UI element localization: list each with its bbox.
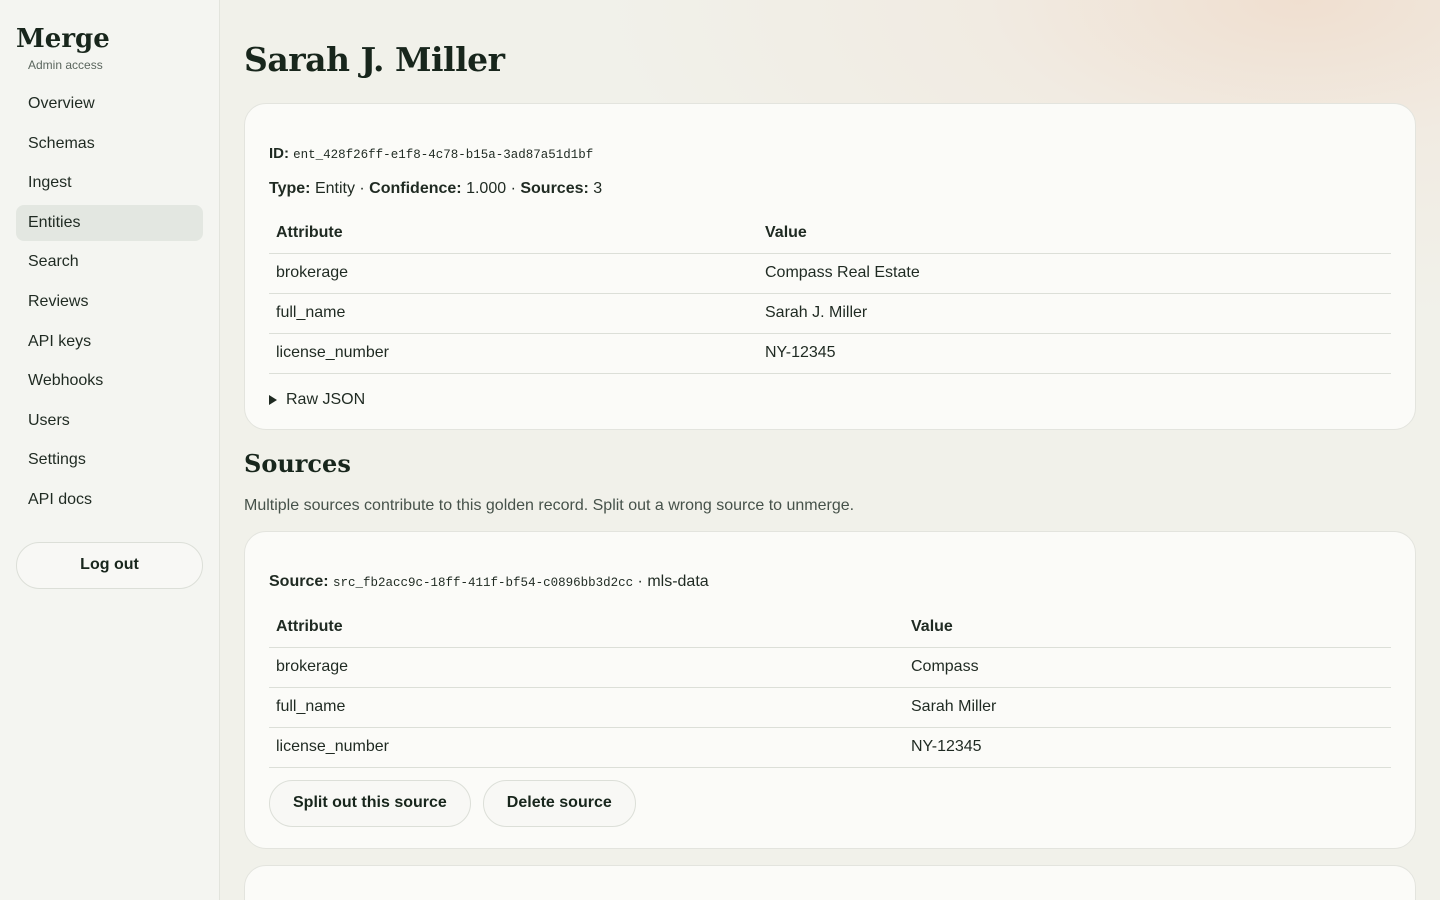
attribute-value: NY-12345 <box>758 333 1391 374</box>
attribute-name: license_number <box>269 333 758 374</box>
table-row: full_name Sarah Miller <box>269 687 1391 728</box>
entity-attributes-table: Attribute Value brokerage Compass Real E… <box>269 213 1391 374</box>
attribute-name: full_name <box>269 687 904 728</box>
attribute-value: Compass Real Estate <box>758 253 1391 294</box>
page-title: Sarah J. Miller <box>244 40 505 79</box>
type-value: Entity <box>314 180 355 197</box>
table-header-row: Attribute Value <box>269 607 1391 648</box>
raw-json-toggle[interactable]: Raw JSON <box>269 391 1391 409</box>
source-card: Source: src_fb2acc9c-18ff-411f-bf54-c089… <box>244 531 1416 849</box>
column-header-attribute: Attribute <box>269 607 904 648</box>
attribute-name: full_name <box>269 293 758 334</box>
sidebar-item-api-keys[interactable]: API keys <box>16 324 203 360</box>
source-id: src_fb2acc9c-18ff-411f-bf54-c0896bb3d2cc <box>333 576 634 590</box>
attribute-name: license_number <box>269 727 904 768</box>
app-subtitle: Admin access <box>28 58 103 72</box>
attribute-value: Compass <box>904 647 1391 688</box>
sidebar-item-ingest[interactable]: Ingest <box>16 165 203 201</box>
column-header-value: Value <box>904 607 1391 648</box>
entity-id: ent_428f26ff-e1f8-4c78-b15a-3ad87a51d1bf <box>293 148 594 162</box>
column-header-value: Value <box>758 213 1391 254</box>
source-actions: Split out this source Delete source <box>269 779 1391 827</box>
disclosure-triangle-icon <box>269 394 277 405</box>
logout-button[interactable]: Log out <box>16 541 203 589</box>
source-line: Source: src_fb2acc9c-18ff-411f-bf54-c089… <box>269 572 1391 593</box>
sidebar-item-search[interactable]: Search <box>16 244 203 280</box>
source-system: mls-data <box>647 573 709 590</box>
attribute-value: NY-12345 <box>904 727 1391 768</box>
source-label: Source: <box>269 573 329 590</box>
sources-label: Sources: <box>520 180 589 197</box>
meta-separator: · <box>506 180 521 197</box>
entity-card: ID: ent_428f26ff-e1f8-4c78-b15a-3ad87a51… <box>244 103 1416 430</box>
attribute-value: Sarah J. Miller <box>758 293 1391 334</box>
split-source-button[interactable]: Split out this source <box>269 779 471 827</box>
sidebar-item-webhooks[interactable]: Webhooks <box>16 363 203 399</box>
sidebar-item-api-docs[interactable]: API docs <box>16 482 203 518</box>
attribute-name: brokerage <box>269 253 758 294</box>
sidebar-item-users[interactable]: Users <box>16 403 203 439</box>
table-row: full_name Sarah J. Miller <box>269 293 1391 334</box>
table-row: brokerage Compass <box>269 647 1391 688</box>
meta-separator: · <box>354 180 370 197</box>
confidence-label: Confidence: <box>369 180 462 197</box>
raw-json-label: Raw JSON <box>286 390 366 408</box>
sidebar-item-reviews[interactable]: Reviews <box>16 284 203 320</box>
table-row: license_number NY-12345 <box>269 333 1391 374</box>
sources-count: 3 <box>593 180 603 197</box>
attribute-value: Sarah Miller <box>904 687 1391 728</box>
main-content: Sarah J. Miller ID: ent_428f26ff-e1f8-4c… <box>220 0 1440 900</box>
confidence-value: 1.000 <box>466 180 507 197</box>
attribute-name: brokerage <box>269 647 904 688</box>
sidebar-nav: Overview Schemas Ingest Entities Search … <box>16 86 203 518</box>
sources-section-title: Sources <box>244 449 351 478</box>
source-card-next <box>244 865 1416 900</box>
table-row: brokerage Compass Real Estate <box>269 253 1391 294</box>
column-header-attribute: Attribute <box>269 213 758 254</box>
source-attributes-table: Attribute Value brokerage Compass full_n… <box>269 607 1391 768</box>
type-label: Type: <box>269 180 311 197</box>
table-header-row: Attribute Value <box>269 213 1391 254</box>
app-logo: Merge <box>16 24 110 54</box>
sidebar: Merge Admin access Overview Schemas Inge… <box>0 0 220 900</box>
sidebar-item-settings[interactable]: Settings <box>16 442 203 478</box>
sidebar-item-entities[interactable]: Entities <box>16 204 203 241</box>
sidebar-item-overview[interactable]: Overview <box>16 86 203 122</box>
table-row: license_number NY-12345 <box>269 727 1391 768</box>
entity-id-line: ID: ent_428f26ff-e1f8-4c78-b15a-3ad87a51… <box>269 144 1391 165</box>
delete-source-button[interactable]: Delete source <box>482 779 636 827</box>
sources-description: Multiple sources contribute to this gold… <box>244 497 855 514</box>
sidebar-item-schemas[interactable]: Schemas <box>16 126 203 162</box>
meta-separator: · <box>633 573 648 590</box>
entity-meta-line: Type: Entity · Confidence: 1.000 · Sourc… <box>269 179 1391 199</box>
entity-id-label: ID: <box>269 145 289 162</box>
